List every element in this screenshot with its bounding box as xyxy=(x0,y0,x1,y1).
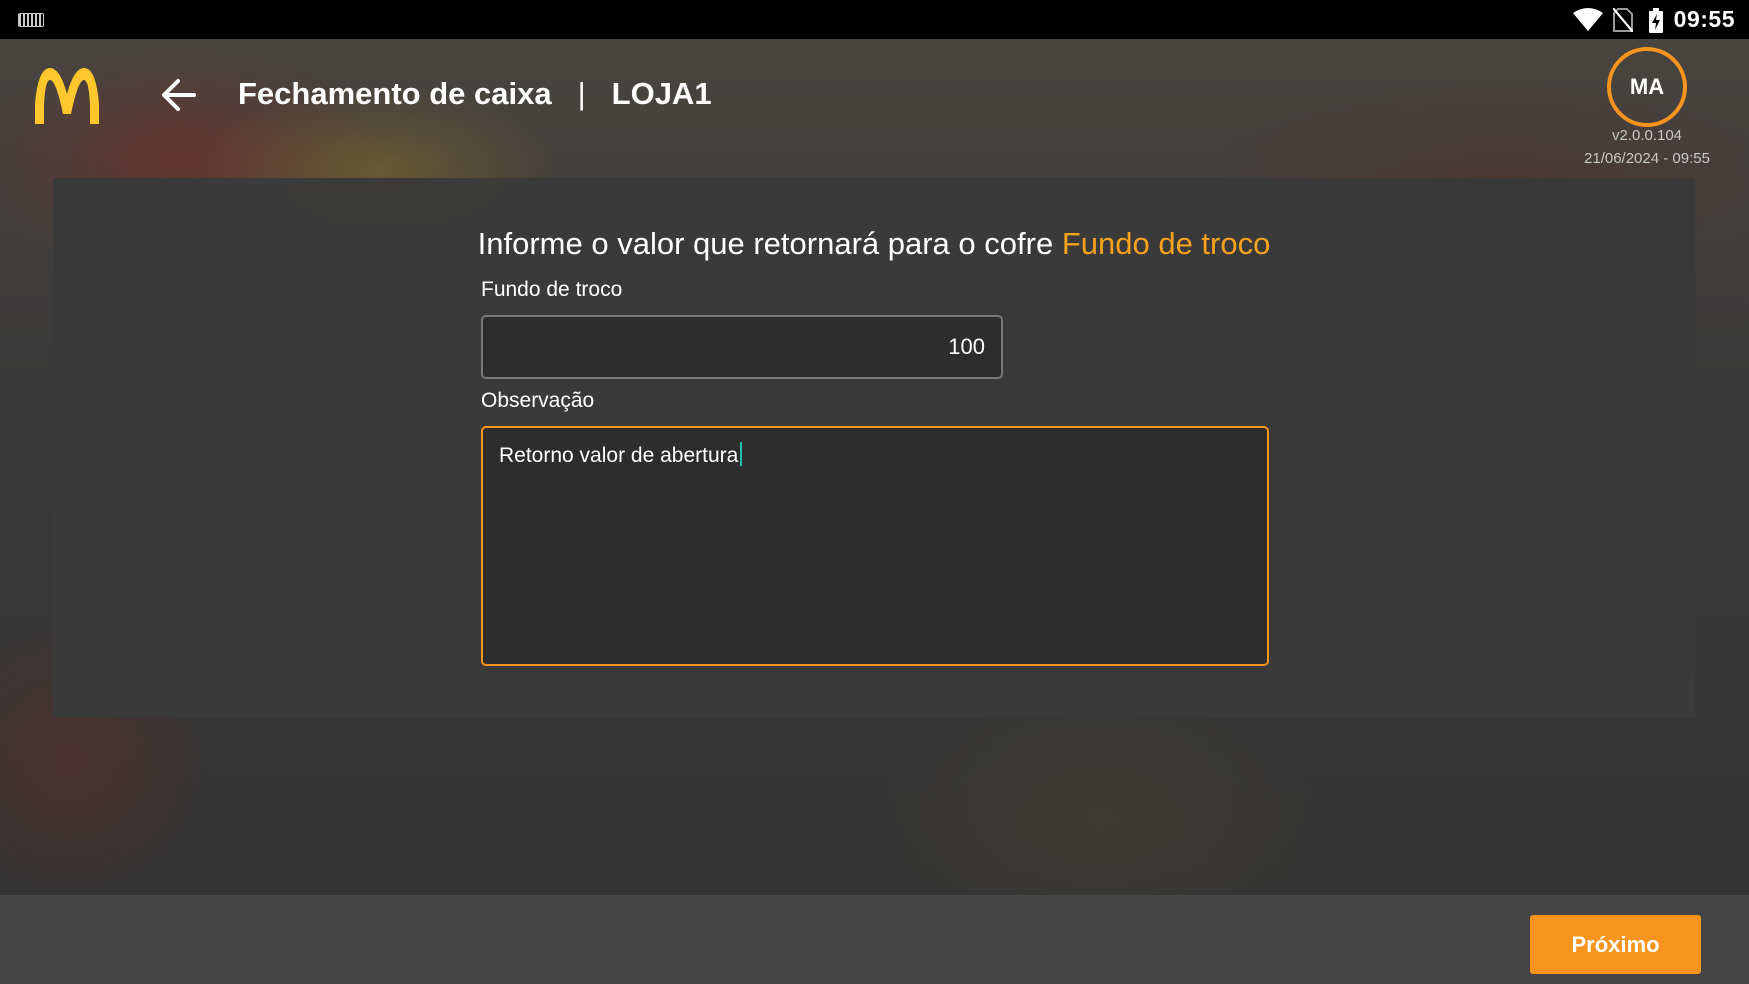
app-header: Fechamento de caixa | LOJA1 MA v2.0.0.104 … xyxy=(0,39,1749,179)
observation-label: Observação xyxy=(481,389,595,412)
screen-title: Fechamento de caixa xyxy=(238,76,552,111)
prompt-text: Informe o valor que retornará para o cof… xyxy=(477,226,1062,261)
form-panel: Informe o valor que retornará para o cof… xyxy=(53,178,1695,718)
text-cursor xyxy=(740,442,743,466)
amount-label: Fundo de troco xyxy=(481,278,623,301)
prompt-highlight: Fundo de troco xyxy=(1061,226,1271,261)
battery-charging-icon xyxy=(1649,8,1663,33)
store-name: LOJA1 xyxy=(611,76,712,111)
no-sim-icon xyxy=(1613,8,1633,32)
title-separator: | xyxy=(577,76,586,111)
form-prompt: Informe o valor que retornará para o cof… xyxy=(53,226,1695,262)
user-avatar[interactable]: MA xyxy=(1607,47,1687,127)
next-button[interactable]: Próximo xyxy=(1530,915,1701,974)
status-bar: 09:55 xyxy=(0,0,1749,39)
clock: 09:55 xyxy=(1673,6,1735,32)
amount-input[interactable]: 100 xyxy=(481,315,1003,379)
back-arrow-icon[interactable] xyxy=(156,71,204,119)
observation-text: Retorno valor de abertura xyxy=(499,444,739,467)
mcdonalds-logo-icon xyxy=(35,68,99,124)
app-version: v2.0.0.104 xyxy=(1611,127,1683,144)
observation-textarea[interactable]: Retorno valor de abertura xyxy=(481,426,1269,666)
wifi-icon xyxy=(1573,8,1603,31)
page-title: Fechamento de caixa | LOJA1 xyxy=(238,76,712,112)
footer-bar: Próximo xyxy=(0,895,1749,984)
current-datetime: 21/06/2024 - 09:55 xyxy=(1584,150,1710,167)
keyboard-icon xyxy=(18,13,44,27)
